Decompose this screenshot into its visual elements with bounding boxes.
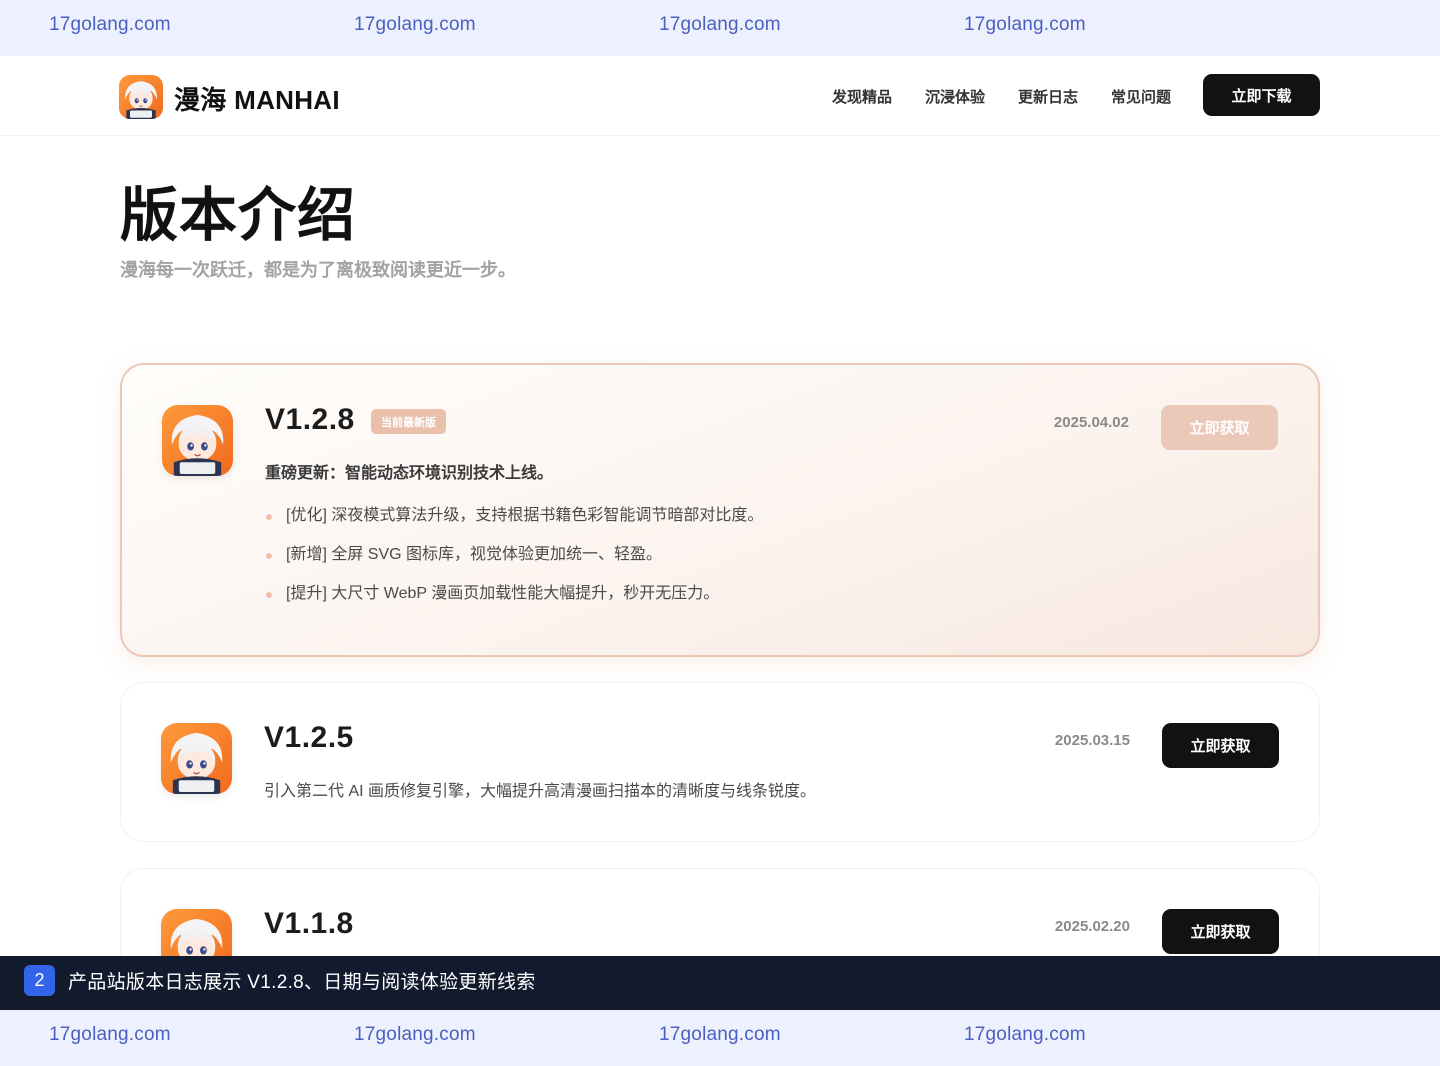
release-card: V1.2.5 2025.03.15 立即获取 引入第二代 AI 画质修复引擎，大… (120, 682, 1320, 842)
watermark-text: 17golang.com (354, 1024, 476, 1045)
watermark-text: 17golang.com (659, 14, 781, 35)
page-title: 版本介绍 (120, 183, 357, 248)
watermark-text: 17golang.com (354, 14, 476, 35)
banner-number-badge: 2 (24, 965, 55, 996)
release-headline: 重磅更新：智能动态环境识别技术上线。 (265, 465, 554, 482)
caption-banner: 2 产品站版本日志展示 V1.2.8、日期与阅读体验更新线索 (0, 956, 1440, 1010)
app-icon (161, 723, 232, 794)
nav-discover[interactable]: 发现精品 (832, 86, 892, 107)
change-item: [提升] 大尺寸 WebP 漫画页加载性能大幅提升，秒开无压力。 (265, 581, 763, 620)
change-item: [新增] 全屏 SVG 图标库，视觉体验更加统一、轻盈。 (265, 542, 763, 581)
change-list: [优化] 深夜模式算法升级，支持根据书籍色彩智能调节暗部对比度。 [新增] 全屏… (265, 503, 763, 620)
release-date: 2025.02.20 (1054, 918, 1130, 935)
release-version: V1.1.8 (264, 907, 354, 940)
nav-changelog[interactable]: 更新日志 (1018, 86, 1078, 107)
latest-badge: 当前最新版 (371, 409, 446, 434)
site-header: 漫海 MANHAI 发现精品 沉浸体验 更新日志 常见问题 立即下载 (0, 56, 1440, 136)
watermark-text: 17golang.com (659, 1024, 781, 1045)
brand-name[interactable]: 漫海 MANHAI (174, 80, 340, 117)
get-release-button[interactable]: 立即获取 (1162, 909, 1279, 954)
release-date: 2025.04.02 (1053, 414, 1129, 431)
release-version: V1.2.8 (265, 403, 355, 436)
release-version: V1.2.5 (264, 721, 354, 754)
banner-caption: 产品站版本日志展示 V1.2.8、日期与阅读体验更新线索 (68, 972, 536, 993)
nav-immersive[interactable]: 沉浸体验 (925, 86, 985, 107)
app-icon (162, 405, 233, 476)
watermark-text: 17golang.com (964, 1024, 1086, 1045)
change-item: [优化] 深夜模式算法升级，支持根据书籍色彩智能调节暗部对比度。 (265, 503, 763, 542)
release-card: V1.2.8 当前最新版 2025.04.02 立即获取 重磅更新：智能动态环境… (120, 363, 1320, 657)
watermark-text: 17golang.com (49, 14, 171, 35)
watermark-bar-top: 17golang.com 17golang.com 17golang.com 1… (0, 0, 1440, 56)
release-description: 引入第二代 AI 画质修复引擎，大幅提升高清漫画扫描本的清晰度与线条锐度。 (264, 783, 817, 800)
page-subtitle: 漫海每一次跃迁，都是为了离极致阅读更近一步。 (120, 260, 516, 280)
nav-faq[interactable]: 常见问题 (1111, 86, 1171, 107)
app-logo-icon[interactable] (119, 75, 163, 119)
watermark-text: 17golang.com (49, 1024, 171, 1045)
release-date: 2025.03.15 (1054, 732, 1130, 749)
watermark-bar-bottom: 17golang.com 17golang.com 17golang.com 1… (0, 1010, 1440, 1066)
get-release-button[interactable]: 立即获取 (1161, 405, 1278, 450)
download-now-button[interactable]: 立即下载 (1203, 74, 1320, 116)
get-release-button[interactable]: 立即获取 (1162, 723, 1279, 768)
watermark-text: 17golang.com (964, 14, 1086, 35)
